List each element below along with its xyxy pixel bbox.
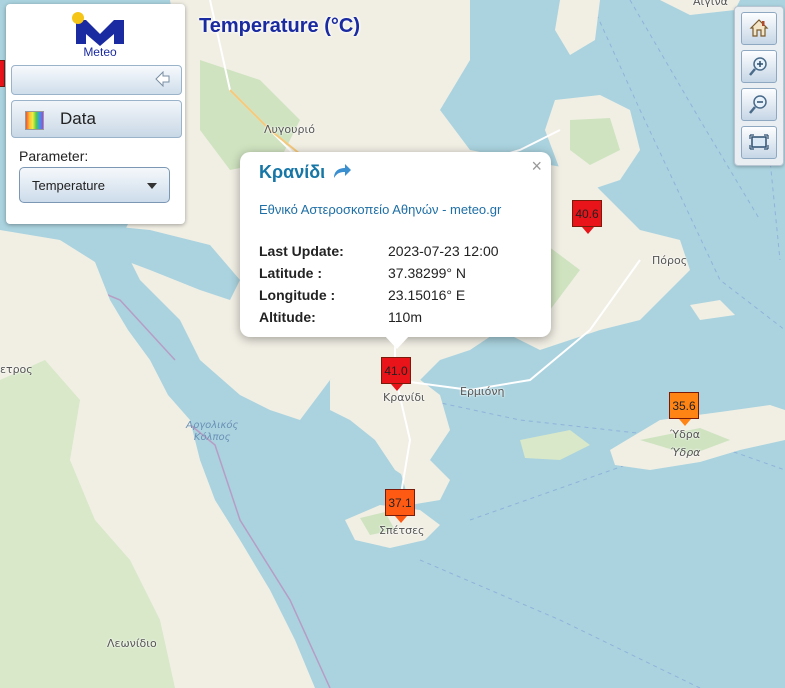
- station-value: 35.6: [672, 399, 696, 413]
- arrow-left-icon: [155, 71, 170, 87]
- place-label-spetses: Σπέτσες: [379, 524, 425, 537]
- place-label-hydra-alt: Ύδρα: [670, 446, 701, 459]
- color-scale-icon: [25, 111, 44, 130]
- home-icon: [749, 19, 769, 37]
- parameter-select[interactable]: Temperature: [19, 167, 170, 203]
- station-value: 40.6: [575, 207, 599, 221]
- station-marker-offscreen[interactable]: [0, 60, 5, 87]
- place-label-poros: Πόρος: [652, 254, 688, 267]
- station-popup: × Κρανίδι Εθνικό Αστεροσκοπείο Αθηνών - …: [240, 152, 551, 349]
- zoom-in-icon: [749, 57, 767, 76]
- control-panel: Meteo Data Parameter: Temperature: [6, 4, 185, 224]
- logo-text: Meteo: [83, 45, 117, 59]
- fit-extent-button[interactable]: [741, 126, 777, 159]
- map-toolbar: [734, 6, 784, 166]
- home-button[interactable]: [741, 12, 777, 45]
- chevron-down-icon: [147, 183, 157, 189]
- place-label-lygourio: Λυγουριό: [264, 123, 315, 136]
- place-label-hydra: Ύδρα: [670, 428, 701, 441]
- place-label-aegina: Αίγινα: [693, 0, 728, 8]
- place-label-ermioni: Ερμιόνη: [460, 385, 505, 398]
- collapse-panel-button[interactable]: [11, 65, 182, 95]
- place-label-astros: ετρος: [0, 363, 33, 376]
- share-arrow-icon[interactable]: [332, 164, 352, 180]
- station-marker-spetses[interactable]: 37.1: [385, 489, 415, 523]
- station-value: 37.1: [388, 496, 412, 510]
- parameter-label: Parameter:: [19, 148, 89, 164]
- place-label-leonidio: Λεωνίδιο: [107, 637, 157, 650]
- popup-pointer: [384, 335, 410, 349]
- popup-close-button[interactable]: ×: [531, 156, 542, 177]
- fit-extent-icon: [749, 134, 769, 150]
- station-value: 41.0: [384, 364, 408, 378]
- station-marker-kranidi[interactable]: 41.0: [381, 357, 411, 391]
- data-tab[interactable]: Data: [11, 100, 182, 138]
- sea-label-argolic-gulf: Αργολικός Κόλπος: [186, 420, 239, 443]
- station-marker-poros[interactable]: 40.6: [572, 200, 602, 234]
- map-title: Temperature (°C): [199, 15, 360, 37]
- popup-station-name: Κρανίδι: [259, 162, 326, 182]
- zoom-out-button[interactable]: [741, 88, 777, 121]
- meteo-logo: Meteo: [72, 12, 128, 60]
- station-marker-hydra[interactable]: 35.6: [669, 392, 699, 426]
- place-label-kranidi: Κρανίδι: [383, 391, 425, 404]
- zoom-out-icon: [749, 95, 767, 114]
- data-tab-label: Data: [60, 109, 96, 128]
- parameter-select-value: Temperature: [32, 178, 105, 193]
- meteo-logo-icon: [72, 12, 124, 46]
- popup-source-link[interactable]: Εθνικό Αστεροσκοπείο Αθηνών - meteo.gr: [259, 202, 501, 217]
- zoom-in-button[interactable]: [741, 50, 777, 83]
